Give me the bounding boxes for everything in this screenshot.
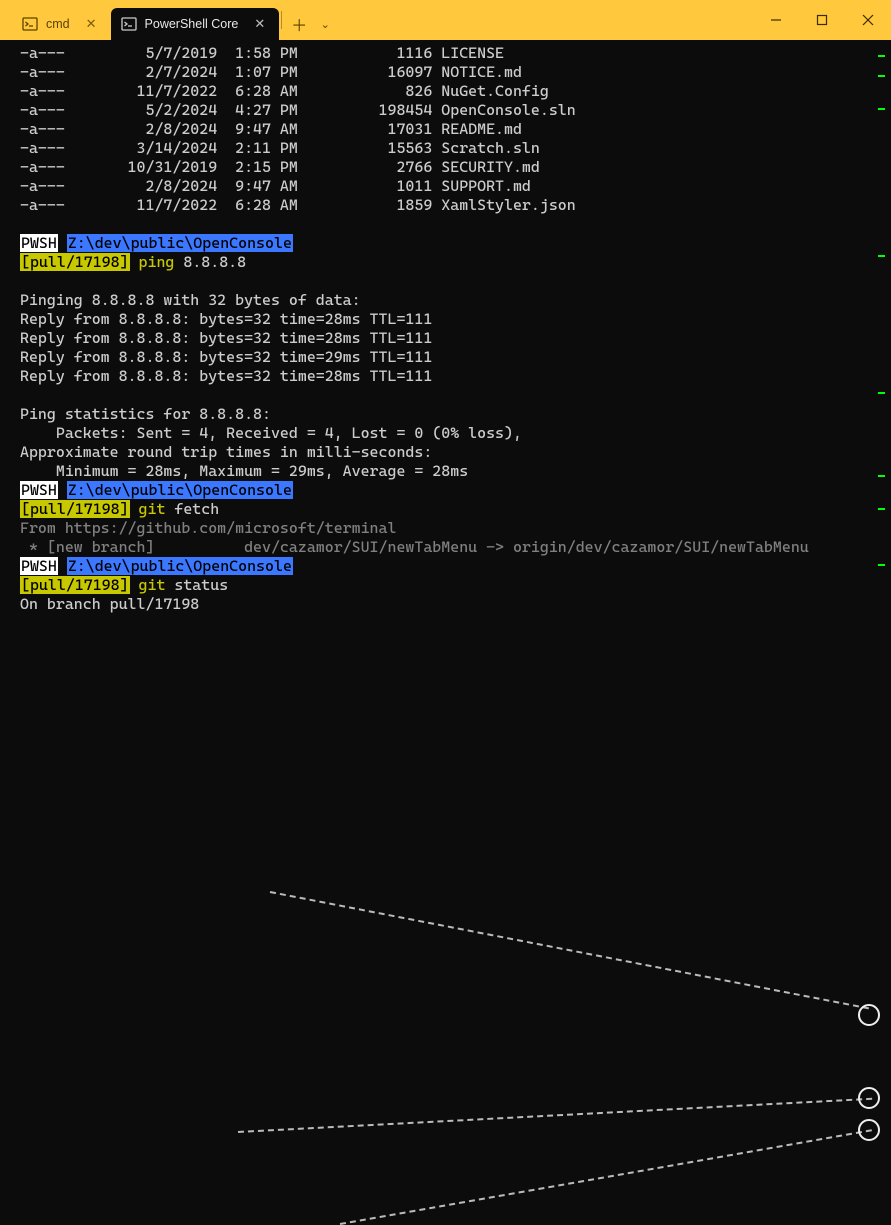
file-row: -a--- 2/8/2024 9:47 AM 1011 SUPPORT.md — [20, 177, 879, 196]
file-row: -a--- 11/7/2022 6:28 AM 826 NuGet.Config — [20, 82, 879, 101]
close-icon[interactable]: ✕ — [250, 14, 269, 34]
title-bar: cmd ✕ PowerShell Core ✕ ＋ ⌄ — [0, 0, 891, 40]
ping-reply: Reply from 8.8.8.8: bytes=32 time=28ms T… — [20, 310, 879, 329]
branch-badge: [pull/17198] — [20, 253, 130, 271]
file-row: -a--- 3/14/2024 2:11 PM 15563 Scratch.sl… — [20, 139, 879, 158]
file-row: -a--- 5/7/2019 1:58 PM 1116 LICENSE — [20, 44, 879, 63]
ping-reply: Reply from 8.8.8.8: bytes=32 time=29ms T… — [20, 348, 879, 367]
ping-reply: Reply from 8.8.8.8: bytes=32 time=28ms T… — [20, 329, 879, 348]
file-row: -a--- 11/7/2022 6:28 AM 1859 XamlStyler.… — [20, 196, 879, 215]
powershell-icon — [121, 16, 137, 32]
fetch-output: From https://github.com/microsoft/termin… — [20, 519, 879, 538]
command: ping — [139, 253, 175, 271]
tab-powershell[interactable]: PowerShell Core ✕ — [111, 8, 280, 40]
file-row: -a--- 5/2/2024 4:27 PM 198454 OpenConsol… — [20, 101, 879, 120]
tab-label: cmd — [46, 17, 70, 31]
tab-divider — [281, 11, 282, 29]
window-controls — [753, 0, 891, 40]
close-icon[interactable]: ✕ — [82, 14, 101, 34]
shell-badge: PWSH — [20, 234, 58, 252]
close-window-button[interactable] — [845, 0, 891, 40]
ping-reply: Reply from 8.8.8.8: bytes=32 time=28ms T… — [20, 367, 879, 386]
file-row: -a--- 2/7/2024 1:07 PM 16097 NOTICE.md — [20, 63, 879, 82]
path-badge: Z:\dev\public\OpenConsole — [67, 234, 293, 252]
new-tab-button[interactable]: ＋ — [284, 8, 314, 40]
terminal-pane[interactable]: -a--- 5/7/2019 1:58 PM 1116 LICENSE-a---… — [0, 40, 891, 621]
ping-output: Pinging 8.8.8.8 with 32 bytes of data: — [20, 291, 879, 310]
minimize-button[interactable] — [753, 0, 799, 40]
scrollbar-marks — [879, 40, 889, 621]
tab-dropdown[interactable]: ⌄ — [314, 8, 336, 40]
cmd-icon — [22, 16, 38, 32]
file-row: -a--- 2/8/2024 9:47 AM 17031 README.md — [20, 120, 879, 139]
file-row: -a--- 10/31/2019 2:15 PM 2766 SECURITY.m… — [20, 158, 879, 177]
maximize-button[interactable] — [799, 0, 845, 40]
tabs-area: cmd ✕ PowerShell Core ✕ ＋ ⌄ — [0, 0, 336, 40]
tab-cmd[interactable]: cmd ✕ — [12, 8, 111, 40]
tab-label: PowerShell Core — [145, 17, 239, 31]
status-output: On branch pull/17198 — [20, 595, 879, 614]
